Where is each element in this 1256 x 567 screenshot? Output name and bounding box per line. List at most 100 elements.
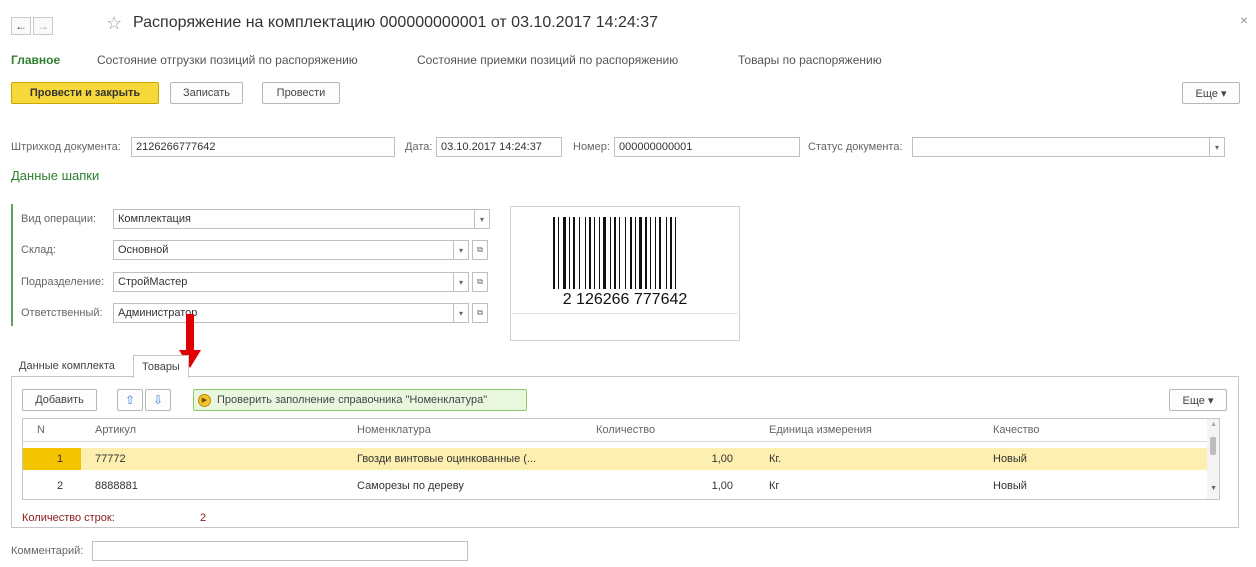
close-icon[interactable]: × [1240,12,1248,28]
arrow-down-icon: ⇩ [152,393,164,407]
nav-main[interactable]: Главное [11,53,60,67]
scrollbar-thumb[interactable] [1210,437,1216,455]
star-icon[interactable]: ☆ [106,13,122,34]
chevron-up-icon[interactable]: ▲ [1210,421,1217,428]
cell-qty: 1,00 [711,480,733,492]
back-button[interactable]: ← [11,17,31,35]
goods-table: N Артикул Номенклатура Количество Единиц… [22,418,1220,500]
barcode-bar [635,217,636,289]
barcode-bar [639,217,642,289]
chevron-down-icon: ▾ [458,308,463,318]
barcode-bar [563,217,566,289]
responsible-label: Ответственный: [21,307,103,319]
responsible-field[interactable]: Администратор [113,303,454,323]
post-and-close-button[interactable]: Провести и закрыть [11,82,159,104]
barcode-bar [619,217,620,289]
department-label: Подразделение: [21,276,105,288]
date-label: Дата: [405,141,433,153]
table-scrollbar[interactable]: ▲ ▼ [1207,419,1219,499]
chevron-down-icon: ▾ [479,214,484,224]
number-label: Номер: [573,141,610,153]
post-button[interactable]: Провести [262,82,340,104]
table-row[interactable]: 2 8888881 Саморезы по дереву 1,00 Кг Нов… [23,475,1209,497]
warehouse-label: Склад: [21,244,56,256]
divider [512,313,738,314]
cell-article: 77772 [95,453,126,465]
barcode-digits: 2 126266 777642 [562,291,688,308]
chevron-down-icon[interactable]: ▼ [1210,485,1217,492]
barcode-bar [569,217,570,289]
comment-field[interactable] [92,541,468,561]
row-number-cell [23,448,81,470]
barcode-bar [585,217,586,289]
status-label: Статус документа: [808,141,903,153]
barcode-bar [614,217,616,289]
check-catalog-button[interactable]: ▶ Проверить заполнение справочника "Номе… [193,389,527,411]
arrow-left-icon: ← [15,19,27,33]
add-button[interactable]: Добавить [22,389,97,411]
barcode-bar [625,217,626,289]
nav-shipping-state[interactable]: Состояние отгрузки позиций по распоряжен… [97,53,358,67]
cell-article: 8888881 [95,480,138,492]
barcode-field[interactable]: 2126266777642 [131,137,395,157]
cell-unit: Кг. [769,453,782,465]
status-field[interactable] [912,137,1210,157]
forward-button[interactable]: → [33,17,53,35]
operation-dropdown-button[interactable]: ▾ [474,209,490,229]
status-dropdown-button[interactable]: ▾ [1209,137,1225,157]
department-field[interactable]: СтройМастер [113,272,454,292]
column-header-qty[interactable]: Количество [596,419,655,441]
move-up-button[interactable]: ⇧ [117,389,143,411]
barcode-bar [645,217,647,289]
cell-quality: Новый [993,480,1027,492]
barcode-bar [630,217,632,289]
goods-more-button[interactable]: Еще ▾ [1169,389,1227,411]
nav-goods[interactable]: Товары по распоряжению [738,53,882,67]
column-header-quality[interactable]: Качество [993,419,1040,441]
barcode-bar [553,217,555,289]
barcode-bar [666,217,667,289]
date-field[interactable]: 03.10.2017 14:24:37 [436,137,562,157]
open-window-icon: ⧉ [477,277,483,286]
cell-n: 2 [57,480,64,492]
operation-field[interactable]: Комплектация [113,209,475,229]
cell-n: 1 [57,453,64,465]
column-header-unit[interactable]: Единица измерения [769,419,872,441]
barcode-bar [599,217,600,289]
header-section-title[interactable]: Данные шапки [11,168,99,183]
warehouse-open-button[interactable]: ⧉ [472,240,488,260]
barcode-bar [573,217,575,289]
more-button[interactable]: Еще ▾ [1182,82,1240,104]
rows-count-value: 2 [200,512,207,524]
column-header-article[interactable]: Артикул [95,419,136,441]
rows-count-label: Количество строк: [22,512,115,524]
cell-quality: Новый [993,453,1027,465]
responsible-dropdown-button[interactable]: ▾ [453,303,469,323]
warehouse-dropdown-button[interactable]: ▾ [453,240,469,260]
warehouse-field[interactable]: Основной [113,240,454,260]
department-dropdown-button[interactable]: ▾ [453,272,469,292]
table-row[interactable]: 1 77772 Гвозди винтовые оцинкованные (..… [23,448,1209,470]
responsible-open-button[interactable]: ⧉ [472,303,488,323]
column-header-item[interactable]: Номенклатура [357,419,431,441]
open-window-icon: ⧉ [477,308,483,317]
tab-kit-data[interactable]: Данные комплекта [11,355,123,377]
tab-goods[interactable]: Товары [133,355,189,378]
play-icon: ▶ [198,393,211,407]
chevron-down-icon: ▾ [1214,142,1219,152]
number-field[interactable]: 000000000001 [614,137,800,157]
window-title: Распоряжение на комплектацию 00000000000… [133,14,658,31]
save-button[interactable]: Записать [170,82,243,104]
barcode-label: Штрихкод документа: [11,141,121,153]
barcode-bar [655,217,656,289]
barcode-bar [650,217,651,289]
arrow-up-icon: ⇧ [124,393,136,407]
move-down-button[interactable]: ⇩ [145,389,171,411]
column-header-n[interactable]: N [37,419,45,441]
barcode-bar [603,217,606,289]
chevron-down-icon: ▾ [458,277,463,287]
nav-receiving-state[interactable]: Состояние приемки позиций по распоряжени… [417,53,678,67]
chevron-down-icon: ▾ [458,245,463,255]
department-open-button[interactable]: ⧉ [472,272,488,292]
annotation-arrow-shaft [186,314,194,352]
